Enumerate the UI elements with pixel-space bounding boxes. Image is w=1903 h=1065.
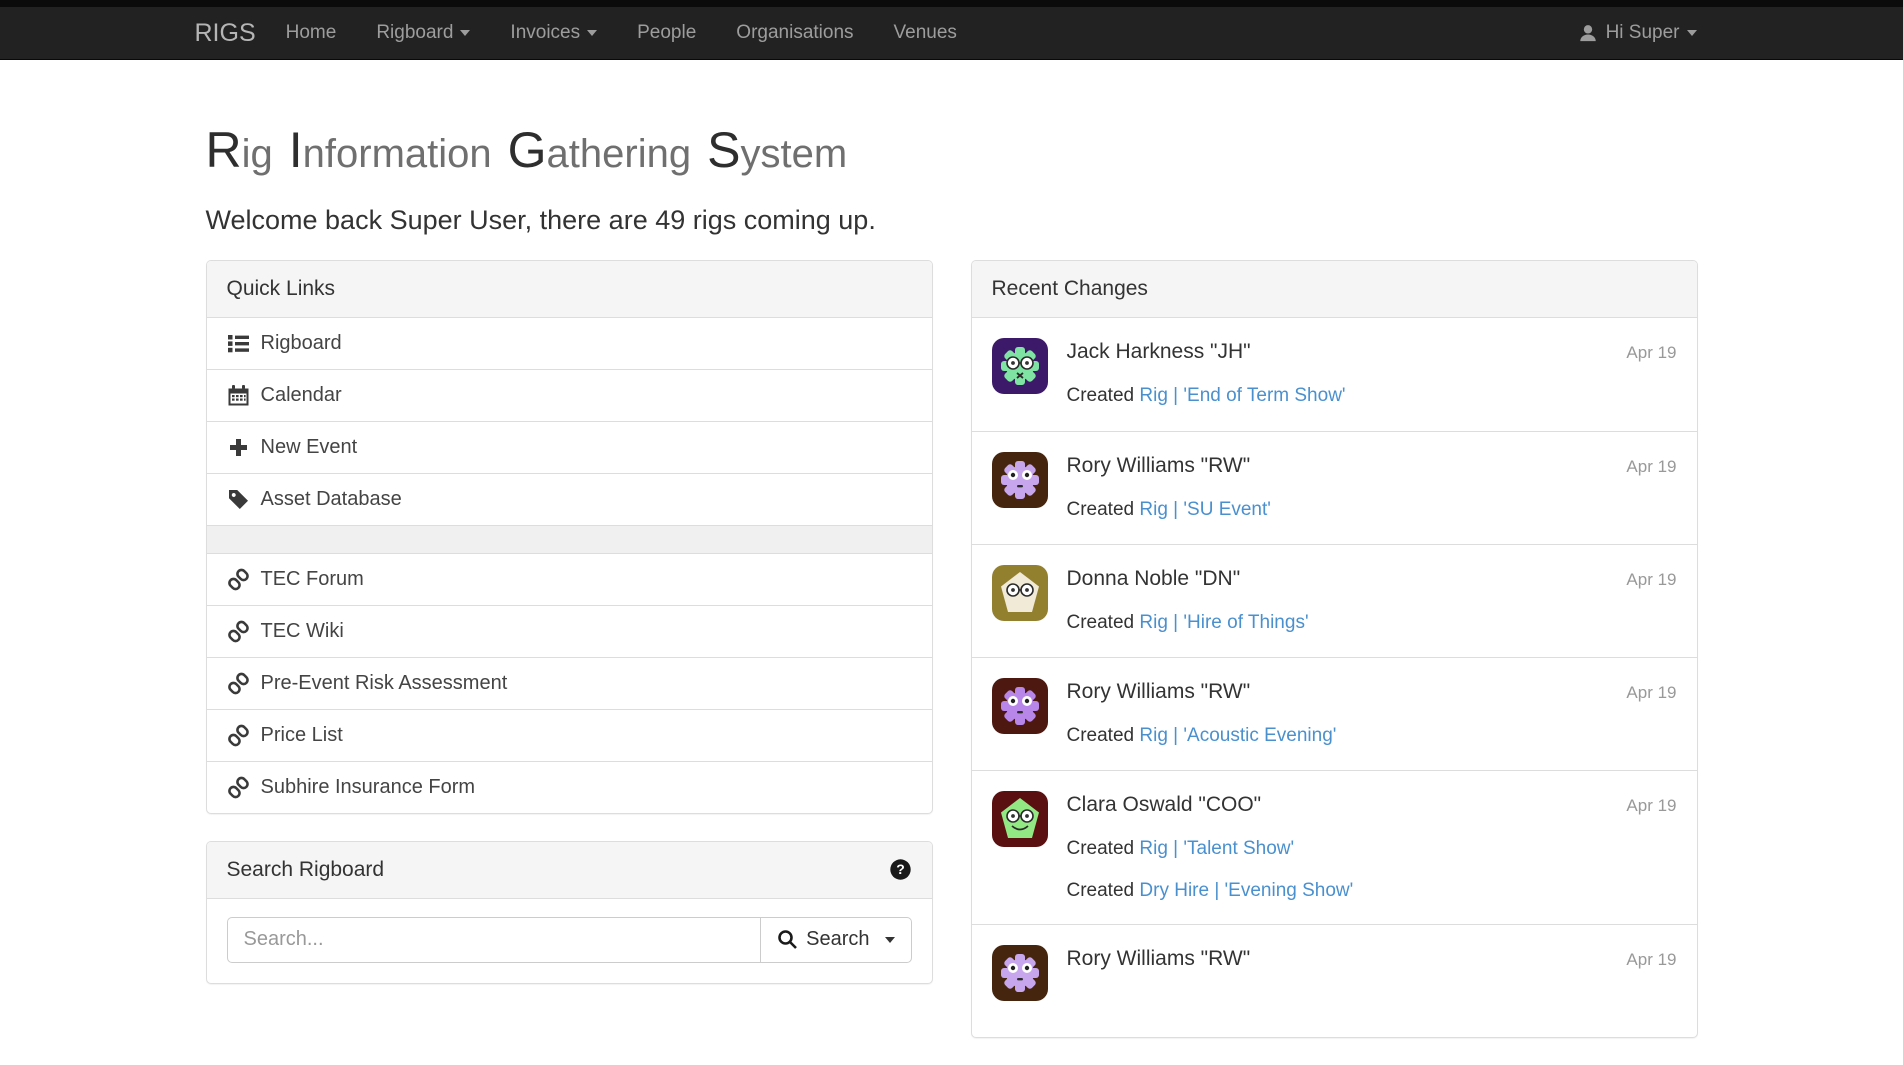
chevron-down-icon [587,30,597,36]
recent-change-row: Rory Williams "RW" Apr 19 Created Rig | … [972,431,1697,544]
window-top-strip [0,0,1903,7]
nav-links: Home Rigboard Invoices People Organisati… [266,7,977,59]
link-icon [227,776,250,799]
change-date: Apr 19 [1626,566,1676,594]
recent-change-row: Jack Harkness "JH" Apr 19 Created Rig | … [972,318,1697,431]
tag-icon [227,488,250,511]
plus-icon [227,436,250,459]
avatar-green-gear-monster-on-purple [992,338,1048,394]
search-icon [777,929,798,950]
help-icon[interactable]: ? [889,858,912,881]
change-action: Created [1067,838,1135,859]
recent-change-row: Rory Williams "RW" Apr 19 Created Rig | … [972,657,1697,770]
change-link[interactable]: Rig | 'End of Term Show' [1139,385,1345,406]
avatar-lavender-gear-monster-on-brown [992,452,1048,508]
recent-change-row: Clara Oswald "COO" Apr 19 Created Rig | … [972,770,1697,924]
avatar-cream-pentagon-monster-on-olive [992,565,1048,621]
link-icon [227,620,250,643]
search-rigboard-title: Search Rigboard [227,857,385,883]
quick-links-list: Rigboard Calendar New Event [207,318,932,813]
recent-changes-title: Recent Changes [972,261,1697,318]
member-name: Clara Oswald "COO" [1067,791,1627,819]
quick-link-tec-wiki[interactable]: TEC Wiki [207,605,932,657]
change-link[interactable]: Rig | 'Acoustic Evening' [1139,725,1336,746]
chevron-down-icon [885,937,895,943]
quick-link-pre-event-risk-assessment[interactable]: Pre-Event Risk Assessment [207,657,932,709]
nav-item-invoices[interactable]: Invoices [490,7,617,59]
avatar-lavender-gear-monster-on-brown [992,945,1048,1001]
svg-text:?: ? [896,861,905,877]
change-date: Apr 19 [1626,946,1676,974]
change-link[interactable]: Dry Hire | 'Evening Show' [1139,880,1353,901]
change-link[interactable]: Rig | 'Talent Show' [1139,838,1294,859]
quick-links-title: Quick Links [207,261,932,318]
quick-link-tec-forum[interactable]: TEC Forum [207,553,932,605]
quick-link-rigboard[interactable]: Rigboard [207,318,932,369]
change-link[interactable]: Rig | 'SU Event' [1139,499,1271,520]
change-action: Created [1067,880,1135,901]
member-name: Rory Williams "RW" [1067,678,1627,706]
nav-item-home[interactable]: Home [266,7,357,59]
member-name: Rory Williams "RW" [1067,452,1627,480]
welcome-message: Welcome back Super User, there are 49 ri… [206,205,1698,236]
user-menu[interactable]: Hi Super [1558,22,1717,44]
quick-link-price-list[interactable]: Price List [207,709,932,761]
avatar-green-pentagon-monster-on-maroon [992,791,1048,847]
change-date: Apr 19 [1626,679,1676,707]
recent-changes-panel: Recent Changes Jack Harkness "JH" Apr 19… [971,260,1698,1038]
recent-change-row: Rory Williams "RW" Apr 19 [972,924,1697,1037]
nav-item-rigboard[interactable]: Rigboard [356,7,490,59]
change-date: Apr 19 [1626,792,1676,820]
brand-rigs[interactable]: RIGS [187,19,266,48]
search-rigboard-panel: Search Rigboard ? Search [206,841,933,984]
change-action: Created [1067,612,1135,633]
change-date: Apr 19 [1626,453,1676,481]
avatar-purple-gear-monster-on-maroon [992,678,1048,734]
change-date: Apr 19 [1626,339,1676,367]
quick-link-asset-database[interactable]: Asset Database [207,473,932,525]
quick-link-subhire-insurance-form[interactable]: Subhire Insurance Form [207,761,932,813]
member-name: Rory Williams "RW" [1067,945,1627,973]
recent-change-row: Donna Noble "DN" Apr 19 Created Rig | 'H… [972,544,1697,657]
chevron-down-icon [1687,30,1697,36]
link-icon [227,568,250,591]
link-icon [227,672,250,695]
change-link[interactable]: Rig | 'Hire of Things' [1139,612,1308,633]
chevron-down-icon [460,30,470,36]
quick-link-new-event[interactable]: New Event [207,421,932,473]
nav-item-people[interactable]: People [617,7,716,59]
recent-changes-list: Jack Harkness "JH" Apr 19 Created Rig | … [972,318,1697,1037]
nav-item-organisations[interactable]: Organisations [716,7,873,59]
change-action: Created [1067,725,1135,746]
list-divider [207,525,932,553]
member-name: Donna Noble "DN" [1067,565,1627,593]
link-icon [227,724,250,747]
search-input[interactable] [227,917,761,963]
quick-links-panel: Quick Links Rigboard Calendar [206,260,933,814]
calendar-icon [227,384,250,407]
search-button[interactable]: Search [760,917,911,963]
member-name: Jack Harkness "JH" [1067,338,1627,366]
user-icon [1578,23,1598,43]
change-action: Created [1067,385,1135,406]
list-icon [227,332,250,355]
page-title: RigInformationGatheringSystem [206,124,1698,177]
quick-link-calendar[interactable]: Calendar [207,369,932,421]
change-action: Created [1067,499,1135,520]
navbar: RIGS Home Rigboard Invoices People Organ… [0,7,1903,60]
nav-item-venues[interactable]: Venues [874,7,977,59]
